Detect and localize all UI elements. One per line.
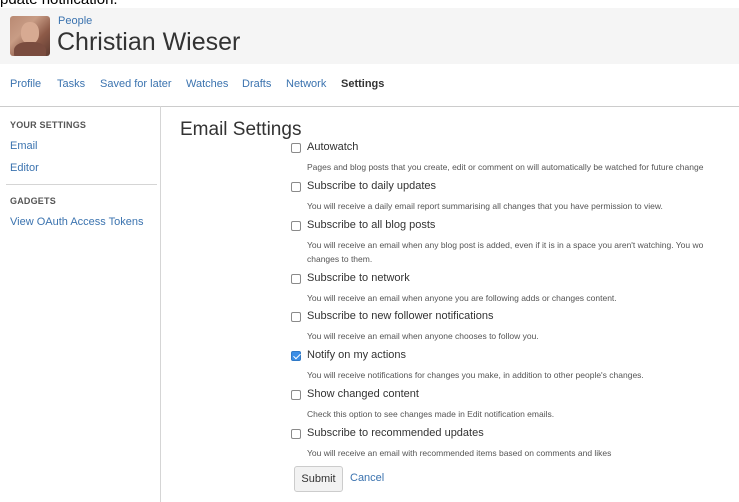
autowatch-checkbox[interactable] bbox=[291, 143, 301, 153]
option-label[interactable]: Subscribe to daily updates bbox=[307, 180, 436, 192]
email-settings-title: Email Settings bbox=[180, 119, 302, 140]
settings-sidebar: YOUR SETTINGS Email Editor GADGETS View … bbox=[0, 106, 161, 502]
option-description: You will receive notifications for chang… bbox=[307, 370, 644, 380]
tab-drafts[interactable]: Drafts bbox=[242, 78, 271, 90]
tab-saved-for-later[interactable]: Saved for later bbox=[100, 78, 172, 90]
daily-updates-checkbox[interactable] bbox=[291, 182, 301, 192]
page-title: Christian Wieser bbox=[57, 28, 241, 56]
cancel-link[interactable]: Cancel bbox=[350, 472, 384, 484]
profile-header: People Christian Wieser bbox=[0, 8, 739, 64]
option-label[interactable]: Show changed content bbox=[307, 388, 419, 400]
option-description: You will receive a daily email report su… bbox=[307, 201, 663, 211]
tab-watches[interactable]: Watches bbox=[186, 78, 228, 90]
option-label[interactable]: Notify on my actions bbox=[307, 349, 406, 361]
sidebar-divider bbox=[6, 184, 157, 185]
tab-profile[interactable]: Profile bbox=[10, 78, 41, 90]
option-description: You will receive an email when any blog … bbox=[307, 240, 704, 250]
tab-tasks[interactable]: Tasks bbox=[57, 78, 85, 90]
option-label[interactable]: Subscribe to new follower notifications bbox=[307, 310, 493, 322]
notify-my-actions-checkbox[interactable] bbox=[291, 351, 301, 361]
network-checkbox[interactable] bbox=[291, 274, 301, 284]
profile-nav-tabs: Profile Tasks Saved for later Watches Dr… bbox=[0, 64, 739, 107]
breadcrumb-people-link[interactable]: People bbox=[58, 15, 92, 27]
your-settings-heading: YOUR SETTINGS bbox=[10, 120, 87, 130]
show-changed-content-checkbox[interactable] bbox=[291, 390, 301, 400]
option-description: You will receive an email when anyone yo… bbox=[307, 293, 617, 303]
sidebar-item-editor[interactable]: Editor bbox=[10, 162, 39, 174]
avatar[interactable] bbox=[10, 16, 50, 56]
submit-button[interactable]: Submit bbox=[294, 466, 343, 492]
option-description-continued: changes to them. bbox=[307, 254, 373, 264]
option-label[interactable]: Subscribe to network bbox=[307, 272, 410, 284]
all-blog-posts-checkbox[interactable] bbox=[291, 221, 301, 231]
option-label[interactable]: Subscribe to recommended updates bbox=[307, 427, 484, 439]
option-label[interactable]: Autowatch bbox=[307, 141, 358, 153]
recommended-updates-checkbox[interactable] bbox=[291, 429, 301, 439]
new-follower-checkbox[interactable] bbox=[291, 312, 301, 322]
tab-settings[interactable]: Settings bbox=[341, 78, 384, 90]
sidebar-item-email[interactable]: Email bbox=[10, 140, 38, 152]
option-description: You will receive an email with recommend… bbox=[307, 448, 612, 458]
option-description: You will receive an email when anyone ch… bbox=[307, 331, 539, 341]
option-description: Check this option to see changes made in… bbox=[307, 409, 555, 419]
tab-network[interactable]: Network bbox=[286, 78, 326, 90]
clipped-top-text: pdate notification. bbox=[0, 0, 118, 8]
option-description: Pages and blog posts that you create, ed… bbox=[307, 162, 704, 172]
gadgets-heading: GADGETS bbox=[10, 196, 56, 206]
sidebar-item-oauth-tokens[interactable]: View OAuth Access Tokens bbox=[10, 216, 144, 228]
option-label[interactable]: Subscribe to all blog posts bbox=[307, 219, 435, 231]
